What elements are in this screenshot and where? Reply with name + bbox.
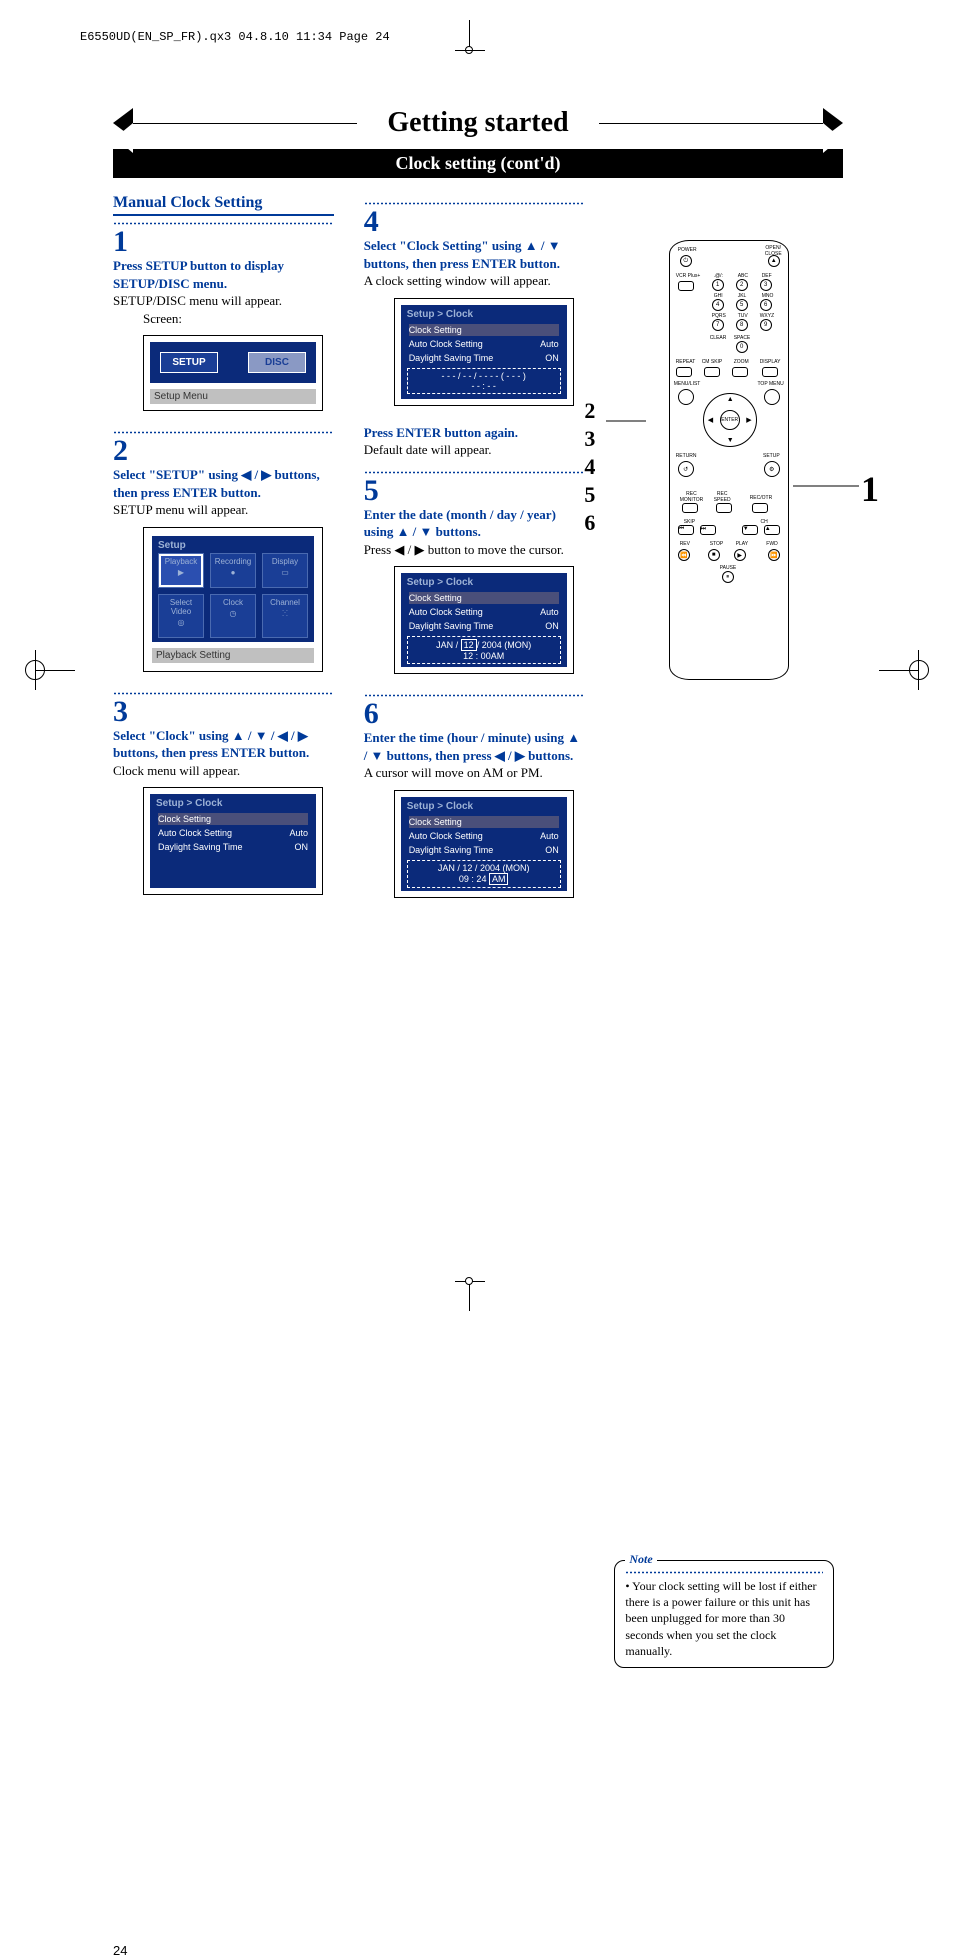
- callout-5: 5: [584, 482, 595, 508]
- return-button[interactable]: ↺: [678, 461, 694, 477]
- grid-recording: Recording●: [210, 553, 256, 588]
- grid-playback: Playback▶: [158, 553, 204, 588]
- power-button[interactable]: ⏻: [680, 255, 692, 267]
- display-button[interactable]: [762, 367, 778, 377]
- step-2-bold: Select "SETUP" using ◀ / ▶ buttons, then…: [113, 466, 334, 501]
- ch-up-button[interactable]: ▲: [764, 525, 780, 535]
- step-3-bold: Select "Clock" using ▲ / ▼ / ◀ / ▶ butto…: [113, 727, 334, 762]
- skip-prev-button[interactable]: ⏮: [678, 525, 694, 535]
- print-header: E6550UD(EN_SP_FR).qx3 04.8.10 11:34 Page…: [80, 30, 390, 44]
- step-3-body: Clock menu will appear.: [113, 762, 334, 780]
- sub-banner: Clock setting (cont'd): [113, 149, 843, 178]
- callout-1: 1: [861, 468, 879, 510]
- ch-down-button[interactable]: ▼: [742, 525, 758, 535]
- callout-6: 6: [584, 510, 595, 536]
- step-1-body: SETUP/DISC menu will appear.: [113, 292, 334, 310]
- key-7[interactable]: 7: [712, 319, 724, 331]
- repeat-button[interactable]: [676, 367, 692, 377]
- leader-line-2: [606, 415, 646, 427]
- key-0[interactable]: 0: [736, 341, 748, 353]
- step-2-screen-label: Playback Setting: [152, 648, 314, 663]
- step-number-6: 6: [364, 699, 585, 729]
- stop-button[interactable]: ■: [708, 549, 720, 561]
- step-1-indent: Screen:: [113, 310, 334, 328]
- step-number-3: 3: [113, 697, 334, 727]
- menulist-button[interactable]: [678, 389, 694, 405]
- step-5-screen: Setup > Clock Clock Setting Auto Clock S…: [394, 566, 574, 674]
- note-title: Note: [625, 1551, 656, 1567]
- pause-button[interactable]: ⏸: [722, 571, 734, 583]
- key-3[interactable]: 3: [760, 279, 772, 291]
- setup-icon: SETUP: [160, 352, 218, 373]
- fwd-button[interactable]: ⏩: [768, 549, 780, 561]
- recspeed-button[interactable]: [716, 503, 732, 513]
- callout-3: 3: [584, 426, 595, 452]
- grid-select-video: Select Video◎: [158, 594, 204, 638]
- grid-channel: Channelⵘ: [262, 594, 308, 638]
- key-8[interactable]: 8: [736, 319, 748, 331]
- cmskip-button[interactable]: [704, 367, 720, 377]
- topmenu-button[interactable]: [764, 389, 780, 405]
- step-3-screen: Setup > Clock Clock Setting Auto Clock S…: [143, 787, 323, 895]
- disc-icon: DISC: [248, 352, 306, 373]
- step-number-4: 4: [364, 207, 585, 237]
- step-4-post-body: Default date will appear.: [364, 441, 585, 459]
- skip-next-button[interactable]: ⏭: [700, 525, 716, 535]
- callout-4: 4: [584, 454, 595, 480]
- setup-button[interactable]: ⚙: [764, 461, 780, 477]
- key-9[interactable]: 9: [760, 319, 772, 331]
- recmonitor-button[interactable]: [682, 503, 698, 513]
- section-heading: Manual Clock Setting: [113, 194, 334, 216]
- step-5-body: Press ◀ / ▶ button to move the cursor.: [364, 541, 585, 559]
- rev-button[interactable]: ⏪: [678, 549, 690, 561]
- banner: Getting started: [113, 103, 843, 143]
- page-number: 24: [113, 1943, 127, 1958]
- grid-clock: Clock◷: [210, 594, 256, 638]
- step-4-bold: Select "Clock Setting" using ▲ / ▼ butto…: [364, 237, 585, 272]
- key-6[interactable]: 6: [760, 299, 772, 311]
- step-1-bold: Press SETUP button to display SETUP/DISC…: [113, 257, 334, 292]
- step-6-screen: Setup > Clock Clock Setting Auto Clock S…: [394, 790, 574, 898]
- callout-2: 2: [584, 398, 595, 424]
- leader-line-1: [793, 480, 859, 492]
- grid-display: Display▭: [262, 553, 308, 588]
- play-button[interactable]: ▶: [734, 549, 746, 561]
- step-1-screen-label: Setup Menu: [150, 389, 316, 404]
- crop-mark-top: [455, 20, 485, 50]
- crop-mark-bottom: [455, 1271, 485, 1311]
- vcrplus-button[interactable]: [678, 281, 694, 291]
- step-2-screen: Setup Playback▶ Recording● Display▭ Sele…: [143, 527, 323, 672]
- step-number-2: 2: [113, 436, 334, 466]
- banner-title: Getting started: [357, 107, 598, 139]
- step-4-screen: Setup > Clock Clock Setting Auto Clock S…: [394, 298, 574, 406]
- step-6-bold: Enter the time (hour / minute) using ▲ /…: [364, 729, 585, 764]
- key-1[interactable]: 1: [712, 279, 724, 291]
- row-clock-setting: Clock Setting: [158, 813, 308, 825]
- step-5-bold: Enter the date (month / day / year) usin…: [364, 506, 585, 541]
- crop-mark-left: [15, 650, 75, 690]
- step-3-screen-title: Setup > Clock: [156, 798, 310, 809]
- step-4-post-bold: Press ENTER button again.: [364, 424, 585, 442]
- remote-control: POWER ⏻ OPEN/ CLOSE ▲ VCR Plus+ .@/: 1 A…: [669, 240, 789, 680]
- step-2-body: SETUP menu will appear.: [113, 501, 334, 519]
- note-box: Note • Your clock setting will be lost i…: [614, 1560, 834, 1668]
- zoom-button[interactable]: [732, 367, 748, 377]
- open-close-button[interactable]: ▲: [768, 255, 780, 267]
- step-1-screen: SETUP DISC Setup Menu: [143, 335, 323, 411]
- step-2-screen-title: Setup: [158, 540, 308, 551]
- note-body: • Your clock setting will be lost if eit…: [625, 1578, 823, 1659]
- recotr-button[interactable]: [752, 503, 768, 513]
- step-number-1: 1: [113, 227, 334, 257]
- step-6-body: A cursor will move on AM or PM.: [364, 764, 585, 782]
- step-4-body: A clock setting window will appear.: [364, 272, 585, 290]
- dpad[interactable]: ▲ ▼ ◀ ▶ ENTER: [703, 393, 757, 447]
- key-4[interactable]: 4: [712, 299, 724, 311]
- step-number-5: 5: [364, 476, 585, 506]
- key-5[interactable]: 5: [736, 299, 748, 311]
- key-2[interactable]: 2: [736, 279, 748, 291]
- crop-mark-right: [879, 650, 939, 690]
- enter-button[interactable]: ENTER: [720, 410, 740, 430]
